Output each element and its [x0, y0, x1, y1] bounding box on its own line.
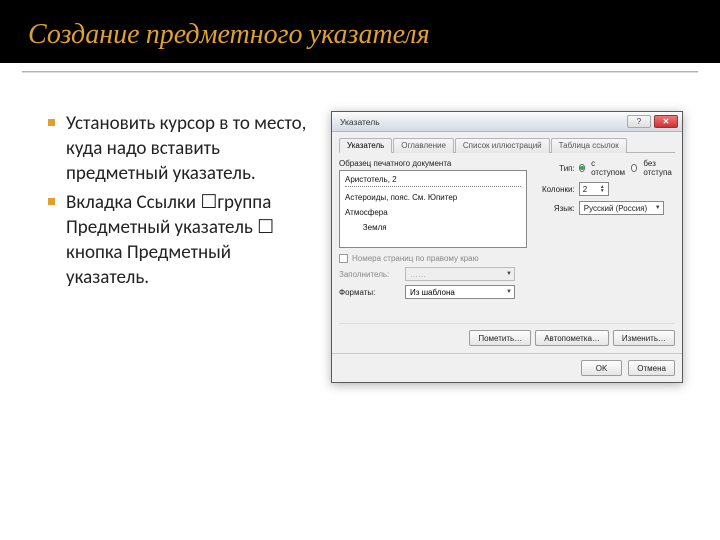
- bullet-text: Установить курсор в то место, куда надо …: [66, 112, 306, 185]
- automark-button[interactable]: Автопометка…: [535, 330, 609, 346]
- formats-row: Форматы: Из шаблона ▼: [339, 285, 675, 299]
- bullet-list: Установить курсор в то место, куда надо …: [48, 111, 308, 383]
- lang-value: Русский (Россия): [584, 204, 647, 213]
- radio-indented[interactable]: [579, 164, 585, 172]
- formats-value: Из шаблона: [410, 288, 455, 297]
- modify-button[interactable]: Изменить…: [613, 330, 675, 346]
- right-align-label: Номера страниц по правому краю: [352, 254, 479, 263]
- columns-spinner[interactable]: 2 ▲▼: [579, 182, 609, 196]
- dialog-column: Указатель ? ✕ Указатель Оглавление Списо…: [322, 111, 692, 383]
- radio-indented-label: с отступом: [591, 159, 625, 177]
- preview-label: Образец печатного документа: [339, 159, 527, 168]
- slide-title: Создание предметного указателя: [28, 18, 692, 51]
- panel-top: Образец печатного документа Аристотель, …: [339, 159, 675, 248]
- right-align-checkbox[interactable]: [339, 254, 348, 263]
- list-item: Установить курсор в то место, куда надо …: [48, 111, 308, 186]
- side-options: Тип: с отступом без отступа Колонки:: [535, 159, 675, 248]
- type-label: Тип:: [535, 164, 575, 173]
- radio-runin-label: без отступа: [643, 159, 675, 177]
- tab-index[interactable]: Указатель: [339, 138, 392, 153]
- preview-block: Образец печатного документа Аристотель, …: [339, 159, 527, 248]
- spinner-arrows-icon[interactable]: ▲▼: [600, 185, 605, 193]
- action-buttons-row: Пометить… Автопометка… Изменить…: [339, 323, 675, 346]
- tab-toc[interactable]: Оглавление: [393, 138, 454, 153]
- help-button[interactable]: ?: [627, 115, 651, 128]
- preview-line: Астероиды, пояс. См. Юпитер: [345, 193, 521, 202]
- columns-value: 2: [583, 185, 587, 194]
- lang-combo[interactable]: Русский (Россия) ▼: [579, 201, 664, 215]
- filler-combo: …… ▼: [405, 267, 515, 281]
- list-item: Вкладка Ссылки ☐группа Предметный указат…: [48, 190, 308, 290]
- formats-combo[interactable]: Из шаблона ▼: [405, 285, 515, 299]
- type-row: Тип: с отступом без отступа: [535, 159, 675, 177]
- preview-line: Земля: [345, 223, 521, 232]
- ok-button[interactable]: OK: [581, 360, 623, 376]
- filler-row: Заполнитель: …… ▼: [339, 267, 675, 281]
- columns-label: Колонки:: [535, 185, 575, 194]
- mark-button[interactable]: Пометить…: [469, 330, 531, 346]
- index-dialog: Указатель ? ✕ Указатель Оглавление Списо…: [331, 111, 683, 383]
- close-button[interactable]: ✕: [654, 115, 678, 128]
- bullet-text: Вкладка Ссылки ☐группа Предметный указат…: [66, 191, 274, 289]
- lang-row: Язык: Русский (Россия) ▼: [535, 201, 675, 215]
- chevron-down-icon: ▼: [506, 271, 512, 277]
- preview-line: Атмосфера: [345, 208, 521, 217]
- lang-label: Язык:: [535, 204, 575, 213]
- formats-label: Форматы:: [339, 288, 399, 297]
- slide-content: Установить курсор в то место, куда надо …: [0, 73, 720, 383]
- radio-runin[interactable]: [631, 164, 637, 172]
- tab-authorities[interactable]: Таблица ссылок: [551, 138, 627, 153]
- dialog-titlebar[interactable]: Указатель ? ✕: [332, 112, 682, 132]
- tab-strip: Указатель Оглавление Список иллюстраций …: [339, 137, 675, 153]
- dialog-caption: Указатель: [340, 117, 380, 127]
- window-buttons: ? ✕: [627, 115, 678, 128]
- chevron-down-icon: ▼: [655, 205, 661, 211]
- preview-line: Аристотель, 2: [345, 175, 521, 187]
- cancel-button[interactable]: Отмена: [628, 360, 675, 376]
- columns-row: Колонки: 2 ▲▼: [535, 182, 675, 196]
- tab-figures[interactable]: Список иллюстраций: [455, 138, 550, 153]
- preview-box: Аристотель, 2 Астероиды, пояс. См. Юпите…: [339, 170, 527, 248]
- dialog-body: Указатель Оглавление Список иллюстраций …: [332, 132, 682, 353]
- chevron-down-icon: ▼: [506, 289, 512, 295]
- filler-label: Заполнитель:: [339, 270, 399, 279]
- right-align-row: Номера страниц по правому краю: [339, 254, 675, 263]
- filler-value: ……: [410, 270, 426, 279]
- dialog-footer: OK Отмена: [332, 353, 682, 382]
- slide-header: Создание предметного указателя: [0, 0, 720, 63]
